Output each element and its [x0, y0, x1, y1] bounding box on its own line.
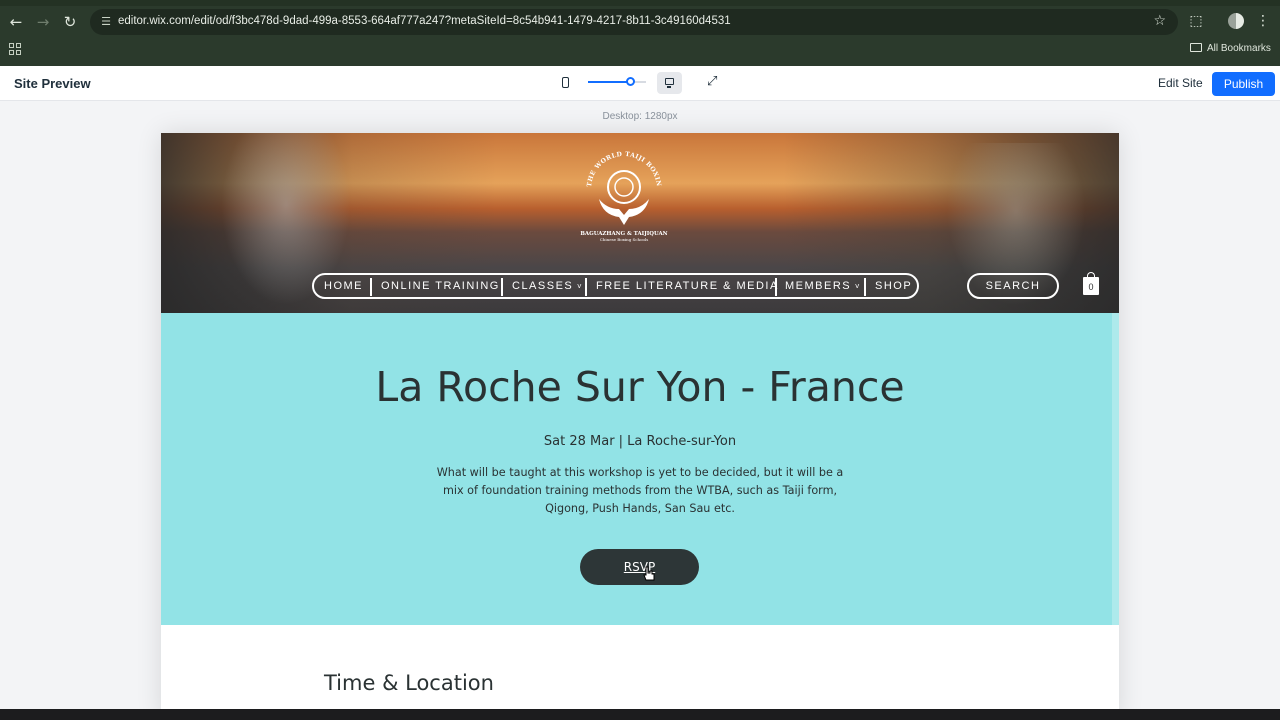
site-frame: THE WORLD TAIJI BOXING ASSOCIATION BAGUA…: [161, 133, 1119, 720]
puzzle-icon[interactable]: ⬚: [1187, 12, 1205, 30]
chevron-down-icon: ˅: [573, 282, 584, 291]
nav-home[interactable]: HOME: [324, 280, 363, 292]
publish-button[interactable]: Publish: [1212, 72, 1275, 96]
apps-grid-icon[interactable]: [9, 43, 21, 55]
event-title: La Roche Sur Yon - France: [375, 363, 905, 411]
site-nav: HOME ONLINE TRAINING CLASSES ˅ FREE LITE…: [312, 273, 919, 299]
star-icon[interactable]: ☆: [1153, 13, 1166, 29]
site-search-button[interactable]: SEARCH: [967, 273, 1059, 299]
tune-icon[interactable]: ☰: [98, 14, 114, 30]
arrow-right-icon[interactable]: →: [33, 12, 53, 32]
viewport-label: Desktop: 1280px: [602, 111, 678, 122]
nav-online-training[interactable]: ONLINE TRAINING: [381, 280, 500, 292]
nav-divider: [864, 278, 866, 296]
nav-free-literature[interactable]: FREE LITERATURE & MEDIA: [596, 280, 779, 292]
event-date-location: Sat 28 Mar | La Roche-sur-Yon: [543, 434, 737, 449]
tab-strip: [0, 0, 1280, 6]
event-section: La Roche Sur Yon - France Sat 28 Mar | L…: [161, 313, 1119, 625]
folder-icon: [1190, 43, 1202, 52]
shopping-bag-icon[interactable]: 0: [1083, 272, 1099, 295]
nav-divider: [501, 278, 503, 296]
arrow-left-icon[interactable]: ←: [6, 12, 26, 32]
hand-cursor-icon: [643, 566, 655, 581]
nav-divider: [585, 278, 587, 296]
logo-subtitle-text: Chinese Boxing Schools: [600, 237, 649, 242]
expand-icon[interactable]: ⤢: [707, 74, 717, 89]
wtba-logo[interactable]: THE WORLD TAIJI BOXING ASSOCIATION BAGUA…: [579, 137, 669, 245]
reload-icon[interactable]: ↻: [60, 12, 80, 32]
scrollbar[interactable]: [1112, 313, 1119, 720]
nav-divider: [775, 278, 777, 296]
event-description: What will be taught at this workshop is …: [436, 466, 844, 515]
cart-count: 0: [1088, 282, 1094, 292]
kebab-menu-icon[interactable]: ⋮: [1254, 12, 1272, 30]
chevron-down-icon: ˅: [851, 282, 862, 291]
header-banner: THE WORLD TAIJI BOXING ASSOCIATION BAGUA…: [161, 133, 1119, 313]
browser-toolbar: ← → ↻ ☰ editor.wix.com/edit/od/f3bc478d-…: [0, 0, 1280, 66]
nav-classes[interactable]: CLASSES ˅: [512, 280, 583, 292]
svg-text:THE WORLD TAIJI BOXING ASSOCIA: THE WORLD TAIJI BOXING ASSOCIATION: [579, 137, 662, 187]
zoom-slider-fill: [588, 81, 630, 83]
nav-members[interactable]: MEMBERS ˅: [785, 280, 861, 292]
nav-divider: [370, 278, 372, 296]
address-bar[interactable]: ☰ editor.wix.com/edit/od/f3bc478d-9dad-4…: [90, 9, 1178, 35]
taskbar-edge: [0, 709, 1280, 720]
edit-site-button[interactable]: Edit Site: [1158, 76, 1203, 90]
rsvp-button[interactable]: RSVP: [580, 549, 699, 585]
time-location-heading: Time & Location: [324, 671, 494, 695]
all-bookmarks-label: All Bookmarks: [1207, 43, 1271, 54]
logo-arc-text: THE WORLD TAIJI BOXING ASSOCIATION: [579, 137, 662, 187]
nav-shop[interactable]: SHOP: [875, 280, 912, 292]
all-bookmarks[interactable]: All Bookmarks: [1190, 43, 1271, 54]
desktop-view-button[interactable]: [657, 72, 682, 94]
profile-icon[interactable]: [1228, 13, 1244, 29]
page-title: Site Preview: [14, 76, 91, 91]
mobile-view-icon[interactable]: [562, 77, 569, 88]
zoom-slider-thumb[interactable]: [626, 77, 635, 86]
wix-preview-toolbar: Site Preview ⤢ Edit Site Publish: [0, 66, 1280, 101]
desktop-icon: [665, 78, 674, 88]
url-text[interactable]: editor.wix.com/edit/od/f3bc478d-9dad-499…: [118, 15, 731, 27]
